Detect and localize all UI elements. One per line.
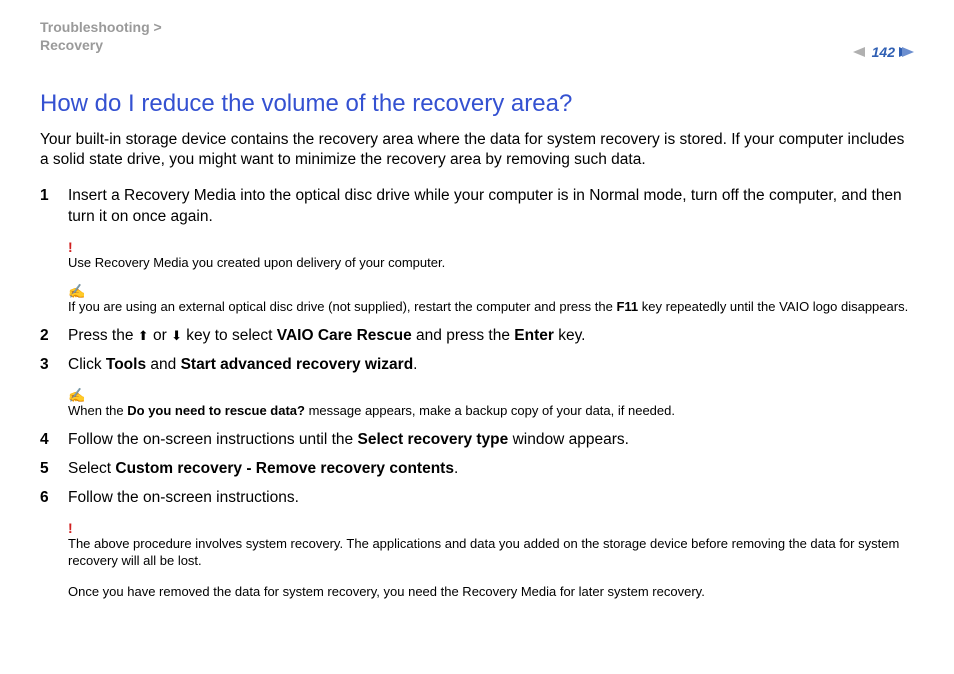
note-text: Use Recovery Media you created upon deli…	[68, 255, 445, 270]
note-warning-2: ! The above procedure involves system re…	[68, 519, 914, 570]
step-number: 3	[40, 355, 68, 376]
step-2: 2 Press the ⬆ or ⬇ key to select VAIO Ca…	[40, 326, 914, 347]
prev-page-icon[interactable]	[853, 47, 865, 57]
step-text: Select Custom recovery - Remove recovery…	[68, 459, 914, 480]
step-text: Insert a Recovery Media into the optical…	[68, 186, 914, 228]
warning-icon: !	[68, 519, 914, 537]
step-text: Follow the on-screen instructions until …	[68, 430, 914, 451]
note-final: Once you have removed the data for syste…	[68, 584, 914, 601]
step-text: Click Tools and Start advanced recovery …	[68, 355, 914, 376]
step-text: Press the ⬆ or ⬇ key to select VAIO Care…	[68, 326, 914, 347]
step-number: 5	[40, 459, 68, 480]
step-text: Follow the on-screen instructions.	[68, 488, 914, 509]
step-6: 6 Follow the on-screen instructions.	[40, 488, 914, 509]
steps-list-cont: 2 Press the ⬆ or ⬇ key to select VAIO Ca…	[40, 326, 914, 376]
note-text: Once you have removed the data for syste…	[68, 584, 705, 599]
page-number: 142	[872, 44, 895, 60]
step-1: 1 Insert a Recovery Media into the optic…	[40, 186, 914, 228]
step-3: 3 Click Tools and Start advanced recover…	[40, 355, 914, 376]
steps-list: 1 Insert a Recovery Media into the optic…	[40, 186, 914, 228]
breadcrumb: Troubleshooting > Recovery	[40, 18, 162, 54]
steps-list-cont2: 4 Follow the on-screen instructions unti…	[40, 430, 914, 509]
note-text: If you are using an external optical dis…	[68, 299, 908, 314]
pencil-icon: ✍	[68, 282, 914, 300]
up-arrow-icon: ⬆	[138, 328, 149, 343]
note-text: When the Do you need to rescue data? mes…	[68, 403, 675, 418]
step-4: 4 Follow the on-screen instructions unti…	[40, 430, 914, 451]
note-text: The above procedure involves system reco…	[68, 536, 899, 568]
breadcrumb-top: Troubleshooting >	[40, 19, 162, 35]
next-page-icon[interactable]	[902, 47, 914, 57]
step-number: 4	[40, 430, 68, 451]
warning-icon: !	[68, 238, 914, 256]
page-container: Troubleshooting > Recovery 142 How do I …	[0, 0, 954, 631]
step-number: 6	[40, 488, 68, 509]
step-number: 2	[40, 326, 68, 347]
page-header: Troubleshooting > Recovery 142	[40, 18, 914, 60]
note-tip-1: ✍ If you are using an external optical d…	[68, 282, 914, 316]
step-5: 5 Select Custom recovery - Remove recove…	[40, 459, 914, 480]
pencil-icon: ✍	[68, 386, 914, 404]
page-number-nav: 142	[853, 44, 914, 60]
step-number: 1	[40, 186, 68, 207]
down-arrow-icon: ⬇	[171, 328, 182, 343]
intro-paragraph: Your built-in storage device contains th…	[40, 130, 914, 170]
note-tip-2: ✍ When the Do you need to rescue data? m…	[68, 386, 914, 420]
page-title: How do I reduce the volume of the recove…	[40, 90, 914, 118]
breadcrumb-sub: Recovery	[40, 37, 103, 53]
note-warning-1: ! Use Recovery Media you created upon de…	[68, 238, 914, 272]
